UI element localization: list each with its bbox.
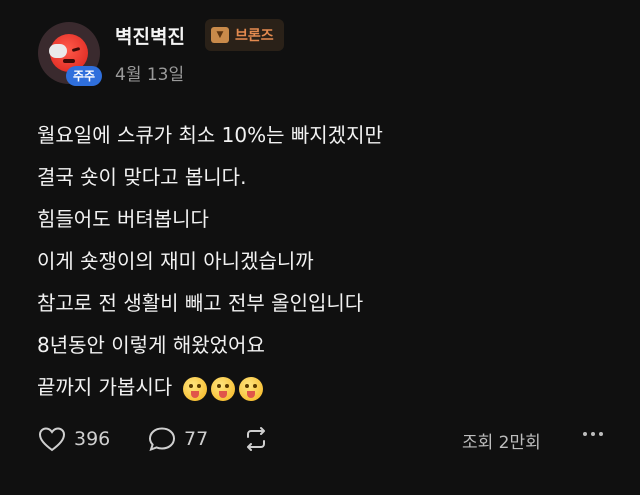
rank-label: 브론즈 <box>235 28 274 44</box>
post-line: 끝까지 가봅시다 <box>37 375 173 399</box>
post-actions: 396 77 조회 2만회 <box>0 418 640 462</box>
like-count: 396 <box>74 428 111 450</box>
post-date: 4월 13일 <box>115 65 185 85</box>
winking-tongue-face-icon <box>238 376 263 401</box>
post-line: 참고로 전 생활비 빼고 전부 올인입니다 <box>37 291 364 315</box>
emoji-group <box>182 376 263 401</box>
bronze-rank-icon: ▼ <box>211 27 229 43</box>
heart-icon <box>38 427 66 452</box>
view-count: 조회 2만회 <box>462 433 541 453</box>
rank-badge[interactable]: ▼ 브론즈 <box>205 19 284 51</box>
post-line: 월요일에 스큐가 최소 10%는 빠지겠지만 <box>37 123 383 147</box>
repost-icon <box>247 427 265 451</box>
stock-holder-tag: 주주 <box>66 66 103 86</box>
repost-button[interactable] <box>242 426 270 452</box>
username[interactable]: 벽진벽진 <box>115 22 185 49</box>
post-line: 결국 숏이 맞다고 봅니다. <box>37 165 247 189</box>
comment-button[interactable]: 77 <box>148 426 208 452</box>
more-options-icon[interactable] <box>583 432 603 436</box>
like-button[interactable]: 396 <box>38 426 110 452</box>
post-line: 힘들어도 버텨봅니다 <box>37 207 209 231</box>
post-line: 이게 숏쟁이의 재미 아니겠습니까 <box>37 249 314 273</box>
post-line-last: 끝까지 가봅시다 <box>37 366 617 408</box>
post-line: 8년동안 이렇게 해왔었어요 <box>37 333 265 357</box>
post-header: 주주 벽진벽진 ▼ 브론즈 4월 13일 <box>0 0 640 100</box>
tongue-out-face-icon <box>210 376 235 401</box>
grinning-squint-face-icon <box>182 376 207 401</box>
comment-bubble-icon <box>148 427 176 452</box>
post-body: 월요일에 스큐가 최소 10%는 빠지겠지만 결국 숏이 맞다고 봅니다. 힘들… <box>37 114 617 408</box>
steam-icon <box>49 44 67 58</box>
comment-count: 77 <box>184 428 209 450</box>
